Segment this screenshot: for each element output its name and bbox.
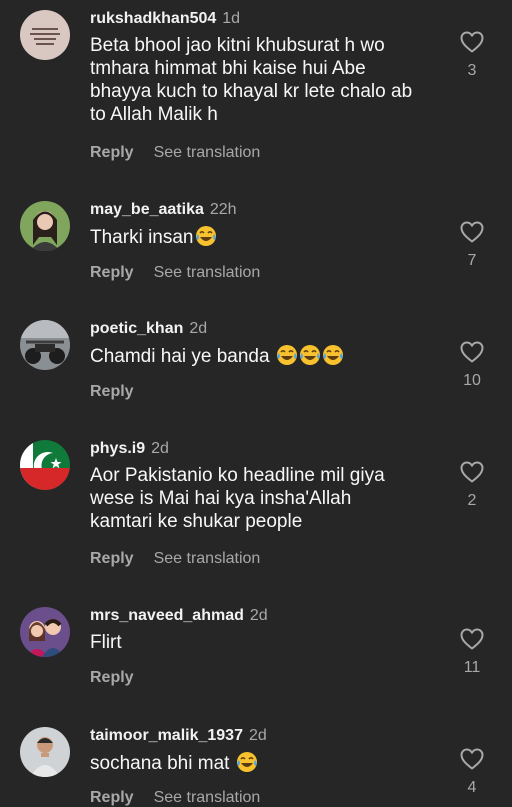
avatar[interactable] [20,727,70,777]
username[interactable]: taimoor_malik_1937 [90,727,243,744]
username[interactable]: poetic_khan [90,320,183,337]
comment-text: Aor Pakistanio ko headline mil giya wese… [90,465,385,532]
comment-meta: phys.i9 2d [90,440,169,458]
timestamp: 22h [209,201,237,218]
like-button[interactable]: 3 [452,31,492,80]
comment-text: Flirt [90,632,122,653]
comment-meta: rukshadkhan504 1d [90,10,240,28]
username[interactable]: phys.i9 [90,440,145,457]
tears-of-joy-emoji [195,226,216,246]
reply-button[interactable]: Reply [90,789,134,806]
comment-meta: poetic_khan 2d [90,320,207,338]
comment-actions: Reply [90,383,134,401]
comment-text-body: Tharki insan [90,227,194,248]
comment-meta: mrs_naveed_ahmad 2d [90,607,268,625]
comment-meta: may_be_aatika 22h [90,201,237,219]
heart-outline-icon [460,748,484,770]
timestamp: 2d [249,607,268,624]
see-translation-button[interactable]: See translation [154,144,261,161]
reply-button[interactable]: Reply [90,144,134,161]
tears-of-joy-emoji [236,752,257,772]
timestamp: 2d [248,727,267,744]
avatar[interactable] [20,10,70,60]
timestamp: 2d [189,320,208,337]
heart-outline-icon [460,221,484,243]
like-count: 4 [467,779,477,796]
heart-outline-icon [460,31,484,53]
like-button[interactable]: 2 [452,461,492,510]
like-count: 7 [467,252,477,269]
comment-text: Beta bhool jao kitni khubsurat h wo tmha… [90,35,413,125]
like-count: 2 [467,492,477,509]
comment-text: Chamdi hai ye banda [90,344,435,368]
comment-text: Tharki insan [90,225,435,249]
comment-actions: Reply See translation [90,789,260,807]
like-button[interactable]: 10 [452,341,492,390]
heart-outline-icon [460,628,484,650]
comment-actions: Reply See translation [90,144,260,162]
comment-text-body: sochana bhi mat [90,753,235,774]
like-count: 3 [467,62,477,79]
comment-text-body: Chamdi hai ye banda [90,346,275,367]
timestamp: 2d [151,440,169,457]
comment-actions: Reply [90,669,134,687]
avatar[interactable] [20,320,70,370]
like-button[interactable]: 11 [452,628,492,677]
comment-meta: taimoor_malik_1937 2d [90,727,267,745]
reply-button[interactable]: Reply [90,550,134,567]
avatar[interactable] [20,607,70,657]
like-button[interactable]: 7 [452,221,492,270]
tears-of-joy-emoji [299,345,320,365]
see-translation-button[interactable]: See translation [154,550,261,567]
reply-button[interactable]: Reply [90,669,134,686]
like-count: 11 [463,659,481,676]
comment-actions: Reply See translation [90,264,260,282]
avatar[interactable] [20,201,70,251]
like-button[interactable]: 4 [452,748,492,797]
reply-button[interactable]: Reply [90,264,134,281]
username[interactable]: rukshadkhan504 [90,10,216,27]
avatar[interactable] [20,440,70,490]
username[interactable]: may_be_aatika [90,201,204,218]
heart-outline-icon [460,341,484,363]
comment-text: sochana bhi mat [90,751,435,775]
see-translation-button[interactable]: See translation [154,264,261,281]
see-translation-button[interactable]: See translation [154,789,261,806]
tears-of-joy-emoji [322,345,343,365]
comment-actions: Reply See translation [90,550,260,568]
timestamp: 1d [222,10,241,27]
username[interactable]: mrs_naveed_ahmad [90,607,244,624]
tears-of-joy-emoji [276,345,297,365]
like-count: 10 [463,372,481,389]
heart-outline-icon [460,461,484,483]
reply-button[interactable]: Reply [90,383,134,400]
